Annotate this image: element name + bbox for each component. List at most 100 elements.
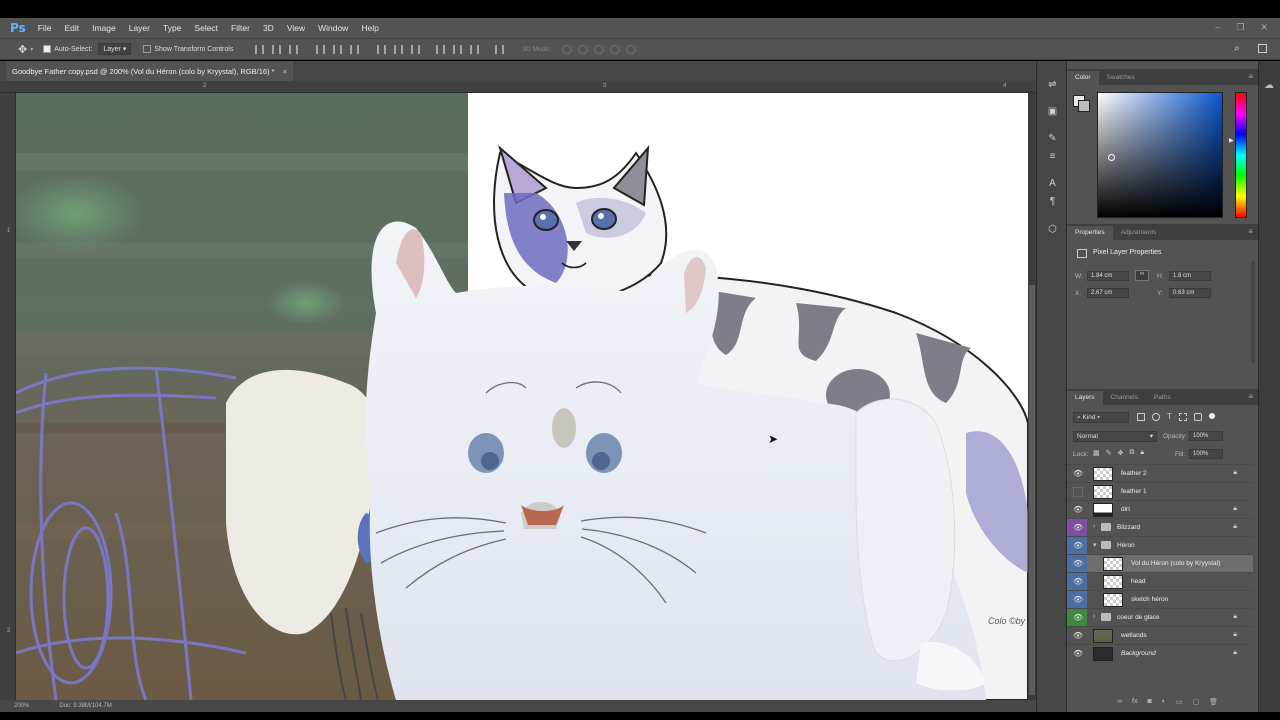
document-tab[interactable]: Goodbye Father copy.psd @ 200% (Vol du H… xyxy=(6,61,293,81)
character-icon[interactable]: A xyxy=(1047,178,1058,189)
chevron-down-icon[interactable]: ▾ xyxy=(30,46,33,53)
tab-adjustments[interactable]: Adjustments xyxy=(1113,226,1165,240)
menu-edit[interactable]: Edit xyxy=(64,23,79,33)
new-group-icon[interactable]: ▭ xyxy=(1176,698,1183,706)
brush-icon[interactable]: ✎ xyxy=(1047,133,1058,144)
align-vcenter-icon[interactable] xyxy=(272,44,282,54)
visibility-eye-icon[interactable]: 👁︎ xyxy=(1073,631,1083,640)
layer-row[interactable]: 👁︎ › Blizzard 🔒︎ xyxy=(1067,518,1253,537)
tab-layers[interactable]: Layers xyxy=(1067,391,1103,405)
3d-scale-icon[interactable] xyxy=(625,44,636,54)
3d-rotate-icon[interactable] xyxy=(561,44,572,54)
distribute-top-icon[interactable] xyxy=(377,44,387,54)
filter-type-icon[interactable]: T xyxy=(1167,413,1172,421)
zoom-level[interactable]: 200% xyxy=(14,703,29,709)
layer-row[interactable]: 👁︎ sketch héron xyxy=(1067,590,1253,609)
actions-icon[interactable]: ▣ xyxy=(1047,106,1058,117)
menu-help[interactable]: Help xyxy=(361,23,378,33)
visibility-eye-icon[interactable]: 👁︎ xyxy=(1073,505,1083,514)
3d-slide-icon[interactable] xyxy=(609,44,620,54)
tab-swatches[interactable]: Swatches xyxy=(1099,71,1143,85)
layer-filter-select[interactable]: ⌕ Kind ▾ xyxy=(1073,412,1129,423)
distribute-vcenter-icon[interactable] xyxy=(394,44,404,54)
new-adjustment-icon[interactable]: ◐ xyxy=(1162,698,1166,706)
visibility-eye-icon[interactable]: 👁︎ xyxy=(1073,469,1083,478)
visibility-off-icon[interactable] xyxy=(1073,487,1083,497)
height-field[interactable]: 1.8 cm xyxy=(1169,271,1211,281)
background-swatch[interactable] xyxy=(1078,100,1090,112)
close-tab-icon[interactable]: × xyxy=(283,67,287,76)
tab-paths[interactable]: Paths xyxy=(1146,391,1179,405)
minimize-button[interactable]: – xyxy=(1215,22,1220,33)
panel-menu-icon[interactable]: ≡ xyxy=(1248,392,1253,401)
x-field[interactable]: 2.67 cm xyxy=(1087,288,1129,298)
document-canvas[interactable]: Colo ©by ➤ xyxy=(16,93,1028,700)
distribute-bottom-icon[interactable] xyxy=(411,44,421,54)
layer-row[interactable]: 👁︎ Vol du Héron (colo by Kryystal) xyxy=(1067,554,1253,573)
layer-row[interactable]: 👁︎ feather 2 🔒︎ xyxy=(1067,464,1253,482)
filter-toggle-icon[interactable] xyxy=(1208,413,1215,419)
menu-view[interactable]: View xyxy=(287,23,305,33)
properties-scrollbar[interactable] xyxy=(1251,261,1255,363)
menu-window[interactable]: Window xyxy=(318,23,348,33)
chevron-right-icon[interactable]: › xyxy=(1093,613,1095,620)
3d-icon[interactable]: ⬡ xyxy=(1047,224,1058,235)
search-icon[interactable]: ⌕ xyxy=(1234,43,1240,54)
y-field[interactable]: 0.63 cm xyxy=(1169,288,1211,298)
blend-mode-select[interactable]: Normal ▾ xyxy=(1073,431,1157,442)
visibility-eye-icon[interactable]: 👁︎ xyxy=(1073,523,1083,532)
visibility-eye-icon[interactable]: 👁︎ xyxy=(1073,613,1083,622)
menu-filter[interactable]: Filter xyxy=(231,23,250,33)
visibility-eye-icon[interactable]: 👁︎ xyxy=(1073,577,1083,586)
close-button[interactable]: ✕ xyxy=(1260,22,1268,33)
auto-align-icon[interactable] xyxy=(495,44,505,54)
panel-menu-icon[interactable]: ≡ xyxy=(1248,227,1253,236)
opacity-field[interactable]: 100% xyxy=(1189,431,1223,441)
workspace-icon[interactable] xyxy=(1258,44,1267,53)
visibility-eye-icon[interactable]: 👁︎ xyxy=(1073,541,1083,550)
distribute-hcenter-icon[interactable] xyxy=(453,44,463,54)
distribute-left-icon[interactable] xyxy=(436,44,446,54)
align-hcenter-icon[interactable] xyxy=(333,44,343,54)
panel-menu-icon[interactable]: ≡ xyxy=(1248,72,1253,81)
filter-smart-object-icon[interactable] xyxy=(1193,413,1202,421)
layer-row[interactable]: 👁︎ wetlands 🔒︎ xyxy=(1067,626,1253,644)
menu-layer[interactable]: Layer xyxy=(129,23,150,33)
show-transform-checkbox[interactable] xyxy=(143,45,152,53)
tab-color[interactable]: Color xyxy=(1067,71,1099,85)
brush-presets-icon[interactable]: ≡ xyxy=(1047,151,1058,162)
chevron-down-icon[interactable]: ▾ xyxy=(1093,541,1097,549)
delete-layer-icon[interactable]: 🗑︎ xyxy=(1209,698,1218,706)
color-picker-handle[interactable] xyxy=(1108,154,1115,161)
history-icon[interactable]: ⇌ xyxy=(1047,79,1058,90)
tab-channels[interactable]: Channels xyxy=(1103,391,1146,405)
distribute-right-icon[interactable] xyxy=(470,44,480,54)
menu-select[interactable]: Select xyxy=(194,23,218,33)
layer-row[interactable]: 👁︎ dirt 🔒︎ xyxy=(1067,500,1253,518)
layer-row[interactable]: 👁︎ head xyxy=(1067,572,1253,591)
align-bottom-icon[interactable] xyxy=(289,44,299,54)
hue-slider-handle[interactable]: ▶ xyxy=(1229,137,1234,144)
ruler-vertical[interactable]: 1 2 xyxy=(0,93,16,701)
fx-icon[interactable]: fx xyxy=(1132,698,1137,706)
lock-transparent-icon[interactable]: ▦ xyxy=(1093,449,1100,457)
menu-file[interactable]: File xyxy=(38,23,52,33)
lock-all-icon[interactable]: 🔒︎ xyxy=(1140,449,1144,457)
lock-artboard-icon[interactable]: ⧉ xyxy=(1129,449,1134,457)
filter-pixel-icon[interactable] xyxy=(1137,413,1145,421)
menu-3d[interactable]: 3D xyxy=(263,23,274,33)
filter-shape-icon[interactable] xyxy=(1178,413,1187,421)
restore-button[interactable]: ❐ xyxy=(1236,22,1244,33)
paragraph-icon[interactable]: ¶ xyxy=(1047,196,1058,207)
move-tool-icon[interactable]: ✥ xyxy=(18,43,27,56)
lock-pixels-icon[interactable]: ✎ xyxy=(1106,449,1112,457)
visibility-eye-icon[interactable]: 👁︎ xyxy=(1073,559,1083,568)
align-left-icon[interactable] xyxy=(316,44,326,54)
3d-pan-icon[interactable] xyxy=(593,44,604,54)
link-layers-icon[interactable]: ∞ xyxy=(1117,698,1122,706)
align-right-icon[interactable] xyxy=(350,44,360,54)
link-icon[interactable]: ∞ xyxy=(1135,270,1149,281)
3d-roll-icon[interactable] xyxy=(577,44,588,54)
auto-select-checkbox[interactable] xyxy=(43,45,52,53)
width-field[interactable]: 1.84 cm xyxy=(1087,271,1129,281)
